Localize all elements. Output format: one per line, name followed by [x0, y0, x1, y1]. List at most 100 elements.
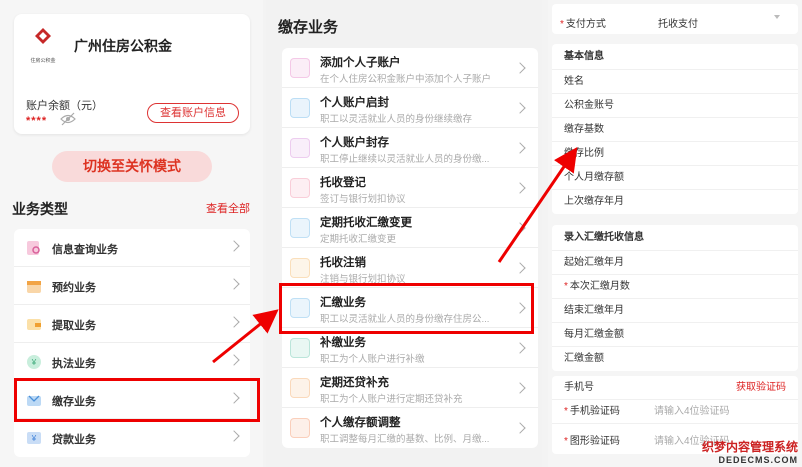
business-list: 信息查询业务 预约业务 提取业务 ¥ 执法业务 缴存业务 ¥ 贷款业务	[14, 229, 250, 457]
basic-info-label: 上次缴存年月	[564, 196, 624, 207]
account-card: 住房公积金 广州住房公积金 账户余额（元） **** 查看账户信息	[14, 14, 250, 134]
entry-info-row[interactable]: * 本次汇缴月数	[552, 275, 798, 299]
deposit-item-subtitle: 签订与银行划扣协议	[320, 194, 406, 205]
entry-info-row[interactable]: 每月汇缴金额	[552, 323, 798, 347]
deposit-item-title: 个人账户启封	[320, 97, 389, 109]
wallet-icon	[27, 319, 41, 330]
business-item-law[interactable]: ¥ 执法业务	[14, 343, 250, 381]
basic-info-label: 缴存基数	[564, 124, 604, 135]
deposit-item[interactable]: 定期托收汇缴变更 定期托收汇缴变更	[282, 208, 538, 248]
chevron-right-icon	[514, 62, 526, 74]
entry-info-group: 录入汇缴托收信息 起始汇缴年月 * 本次汇缴月数结束汇缴年月 每月汇缴金额 汇缴金额	[552, 225, 798, 371]
deposit-item[interactable]: 托收登记签订与银行划扣协议	[282, 168, 538, 208]
chevron-right-icon	[514, 342, 526, 354]
loan-icon: ¥	[27, 432, 41, 444]
business-item-label: 提取业务	[52, 320, 96, 332]
basic-info-head: 基本信息	[552, 44, 798, 70]
deposit-item[interactable]: 补缴业务 职工为个人账户进行补缴	[282, 328, 538, 368]
sms-code-row[interactable]: * 手机验证码 请输入4位验证码	[552, 400, 798, 424]
calendar-icon	[27, 281, 41, 293]
basic-info-label: 个人月缴存额	[564, 172, 624, 183]
deposit-item-title: 托收登记	[320, 177, 366, 189]
balance-value: ****	[26, 115, 48, 127]
supplement-icon	[290, 338, 310, 358]
chevron-right-icon	[228, 240, 240, 252]
change-icon	[290, 218, 310, 238]
chevron-right-icon	[514, 382, 526, 394]
basic-info-row: 姓名	[552, 70, 798, 94]
entry-info-label: 起始汇缴年月	[564, 257, 624, 268]
chevron-right-icon	[228, 278, 240, 290]
dropdown-icon	[774, 15, 780, 19]
payment-method-row[interactable]: * 支付方式 托收支付	[552, 4, 798, 34]
entry-info-head: 录入汇缴托收信息	[552, 225, 798, 251]
business-item-appointment[interactable]: 预约业务	[14, 267, 250, 305]
deposit-item-title: 定期还贷补充	[320, 377, 389, 389]
basic-info-row: 个人月缴存额	[552, 166, 798, 190]
see-all-link[interactable]: 查看全部	[206, 200, 250, 216]
deposit-item-subtitle: 职工调整每月汇缴的基数、比例、月缴...	[320, 434, 490, 445]
basic-info-row: 缴存比例	[552, 142, 798, 166]
cancel-icon	[290, 258, 310, 278]
deposit-item[interactable]: 定期还贷补充职工为个人账户进行定期还贷补充	[282, 368, 538, 408]
deposit-item-title: 补缴业务	[320, 337, 366, 349]
business-item-loan[interactable]: ¥ 贷款业务	[14, 419, 250, 457]
deposit-item[interactable]: 个人账户启封 职工以灵活就业人员的身份继续缴存	[282, 88, 538, 128]
sms-code-input[interactable]: 请输入4位验证码	[654, 400, 730, 424]
phone-row: 手机号 获取验证码	[552, 376, 798, 400]
required-mark: *	[564, 281, 568, 292]
deposit-item[interactable]: 添加个人子账户在个人住房公积金账户中添加个人子账户	[282, 48, 538, 88]
payment-method-value: 托收支付	[658, 19, 698, 30]
entry-info-label: 每月汇缴金额	[564, 329, 624, 340]
deposit-item[interactable]: 个人缴存额调整职工调整每月汇缴的基数、比例、月缴...	[282, 408, 538, 448]
deposit-business-list: 添加个人子账户在个人住房公积金账户中添加个人子账户个人账户启封 职工以灵活就业人员…	[282, 48, 538, 448]
highlight-deposit-business	[14, 378, 260, 422]
entry-info-row[interactable]: 起始汇缴年月	[552, 251, 798, 275]
repay-icon	[290, 378, 310, 398]
entry-info-label: 汇缴金额	[564, 353, 604, 364]
deposit-item-subtitle: 定期托收汇缴变更	[320, 234, 397, 245]
add-sub-account-icon	[290, 58, 310, 78]
business-item-info-query[interactable]: 信息查询业务	[14, 229, 250, 267]
business-type-title: 业务类型	[12, 201, 68, 217]
deposit-item-title: 个人账户封存	[320, 137, 389, 149]
eye-hidden-icon[interactable]	[60, 112, 76, 126]
basic-info-row: 公积金账号	[552, 94, 798, 118]
chevron-right-icon	[228, 354, 240, 366]
register-icon	[290, 178, 310, 198]
phone-label: 手机号	[564, 382, 594, 393]
chevron-right-icon	[228, 316, 240, 328]
basic-info-label: 缴存比例	[564, 148, 604, 159]
payment-method-label: * 支付方式	[560, 19, 606, 30]
care-mode-button[interactable]: 切换至关怀模式	[52, 151, 212, 182]
business-item-withdraw[interactable]: 提取业务	[14, 305, 250, 343]
view-account-button[interactable]: 查看账户信息	[147, 103, 239, 123]
deposit-item-subtitle: 在个人住房公积金账户中添加个人子账户	[320, 74, 492, 85]
watermark: 织梦内容管理系统 DEDECMS.COM	[702, 438, 798, 465]
watermark-line1: 织梦内容管理系统	[701, 440, 798, 454]
svg-text:¥: ¥	[31, 434, 37, 443]
entry-info-row[interactable]: 结束汇缴年月	[552, 299, 798, 323]
get-code-button[interactable]: 获取验证码	[736, 376, 786, 400]
entry-info-label: 本次汇缴月数	[569, 281, 630, 292]
image-code-label: 图形验证码	[569, 436, 620, 447]
deposit-item-subtitle: 职工为个人账户进行定期还贷补充	[320, 394, 463, 405]
entry-info-row[interactable]: 汇缴金额	[552, 347, 798, 371]
deposit-item-title: 添加个人子账户	[320, 57, 401, 69]
unseal-icon	[290, 98, 310, 118]
business-item-label: 执法业务	[52, 358, 96, 370]
chevron-right-icon	[228, 430, 240, 442]
deposit-item[interactable]: 个人账户封存职工停止继续以灵活就业人员的身份缴...	[282, 128, 538, 168]
deposit-item[interactable]: 托收注销 注销与银行划扣协议	[282, 248, 538, 288]
brand-title: 广州住房公积金	[74, 38, 172, 54]
highlight-remit-business	[279, 283, 534, 334]
entry-info-label: 结束汇缴年月	[564, 305, 624, 316]
deposit-item-subtitle: 职工停止继续以灵活就业人员的身份缴...	[320, 154, 490, 165]
logo-caption: 住房公积金	[30, 58, 56, 64]
right-panel: * 支付方式 托收支付 基本信息 姓名 公积金账号缴存基数缴存比例个人月缴存额 上次缴…	[548, 0, 802, 467]
business-item-label: 信息查询业务	[52, 244, 118, 256]
deposit-item-title: 托收注销	[320, 257, 366, 269]
deposit-item-title: 个人缴存额调整	[320, 417, 401, 429]
middle-panel: 缴存业务 添加个人子账户 在个人住房公积金账户中添加个人子账户 个人账户启封 职工以灵…	[266, 0, 542, 467]
gzgjj-logo-icon	[35, 28, 51, 44]
